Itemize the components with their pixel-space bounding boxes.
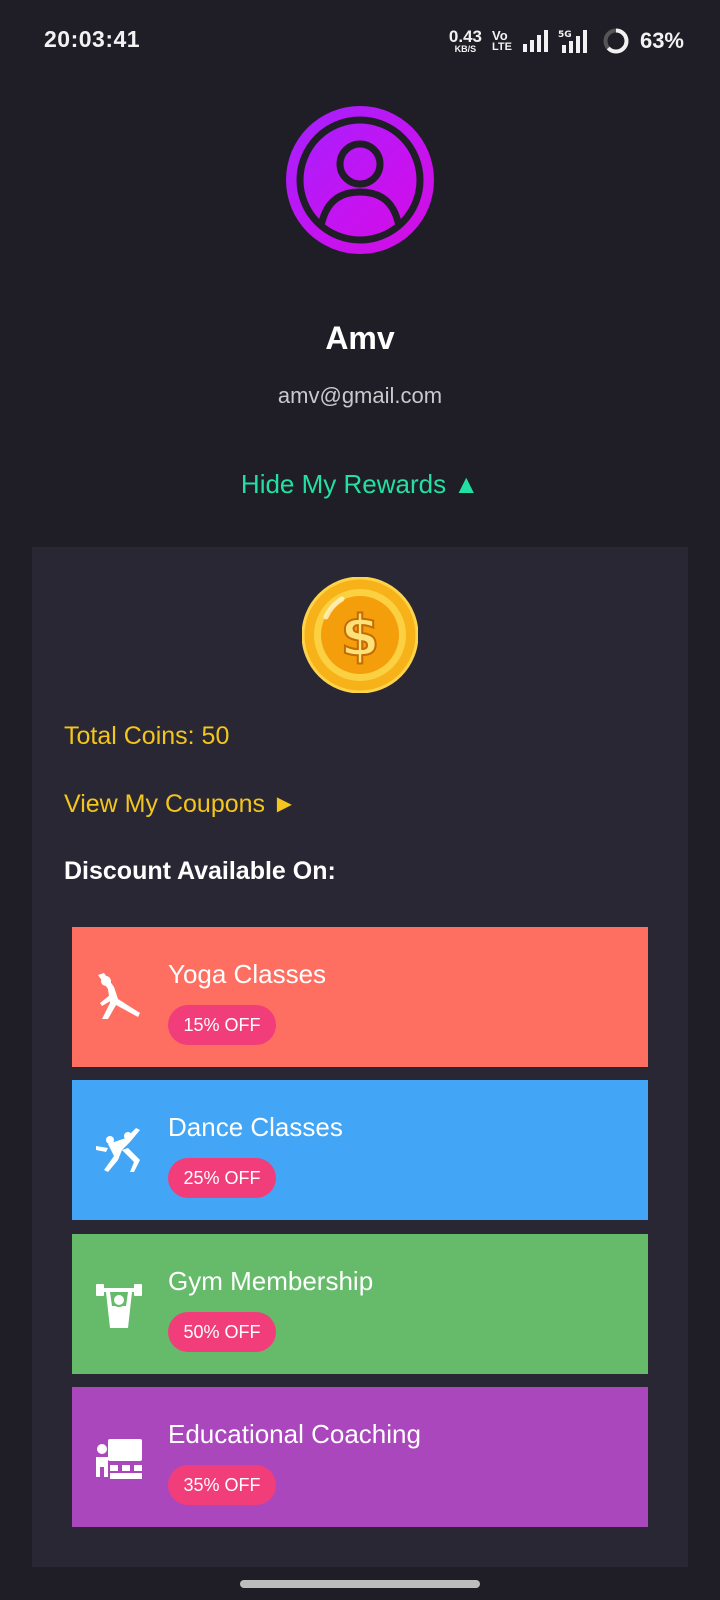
discount-badge: 15% OFF (168, 1005, 276, 1045)
user-circle-icon (296, 116, 424, 244)
profile-name: Amv (325, 320, 395, 356)
status-bar: 20:03:41 0.43 KB/S Vo LTE 5G 63% (0, 0, 720, 84)
discount-heading: Discount Available On: (64, 857, 336, 885)
offer-dance-classes[interactable]: Dance Classes 25% OFF (72, 1080, 648, 1220)
view-coupons-link[interactable]: View My Coupons ► (64, 790, 297, 819)
battery-ring-icon (603, 28, 629, 54)
hide-rewards-toggle[interactable]: Hide My Rewards ▲ (0, 469, 720, 500)
offer-educational-coaching[interactable]: Educational Coaching 35% OFF (72, 1387, 648, 1527)
network-speed-value: 0.43 (448, 27, 482, 46)
volte-indicator: Vo LTE (492, 29, 512, 53)
status-icons: 0.43 KB/S Vo LTE 5G 63% (449, 24, 684, 58)
volte-bottom: LTE (491, 41, 512, 53)
battery-percent: 63% (639, 28, 684, 53)
offer-gym-membership[interactable]: Gym Membership 50% OFF (72, 1234, 648, 1374)
offer-title: Dance Classes (168, 1112, 343, 1142)
classroom-icon (96, 1439, 142, 1479)
status-time: 20:03:41 (44, 26, 141, 52)
offer-title: Educational Coaching (168, 1419, 421, 1449)
network-speed: 0.43 KB/S (449, 28, 482, 54)
signal-icon (522, 30, 548, 52)
network-speed-unit: KB/S (454, 44, 477, 54)
weightlifter-icon (96, 1284, 142, 1328)
profile-email: amv@gmail.com (277, 383, 443, 408)
yoga-pose-icon (98, 973, 140, 1019)
dancing-couple-icon (96, 1128, 140, 1172)
total-coins: Total Coins: 50 (64, 722, 230, 750)
rewards-card: $ Total Coins: 50 View My Coupons ► Disc… (32, 547, 688, 1567)
offer-yoga-classes[interactable]: Yoga Classes 15% OFF (72, 927, 648, 1067)
svg-text:$: $ (341, 604, 380, 669)
discount-badge: 25% OFF (168, 1158, 276, 1198)
5g-signal-icon: 5G (558, 30, 587, 53)
offer-title: Yoga Classes (168, 959, 327, 989)
avatar[interactable] (286, 106, 434, 254)
offer-title: Gym Membership (168, 1266, 374, 1296)
svg-text:5G: 5G (558, 30, 572, 40)
discount-badge: 50% OFF (168, 1312, 276, 1352)
home-indicator[interactable] (240, 1580, 480, 1588)
discount-badge: 35% OFF (168, 1465, 276, 1505)
dollar-coin-icon: $ (302, 577, 418, 693)
